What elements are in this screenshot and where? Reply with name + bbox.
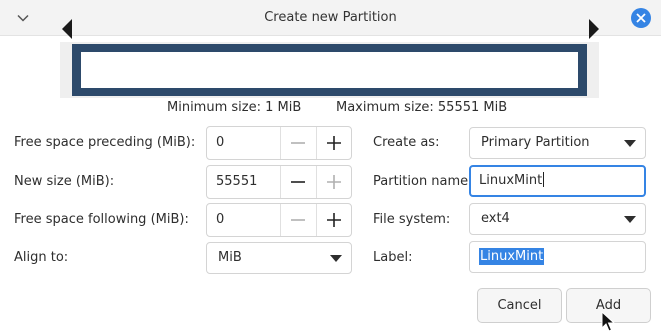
plus-icon[interactable] bbox=[317, 127, 351, 159]
partition-name-label: Partition name: bbox=[373, 174, 473, 189]
label-selected-text: LinuxMint bbox=[479, 248, 545, 265]
new-size-label: New size (MiB): bbox=[14, 174, 115, 189]
text-caret bbox=[543, 172, 545, 187]
free-space-following-spinner[interactable]: 0 bbox=[206, 203, 352, 237]
file-system-value: ext4 bbox=[481, 211, 510, 226]
dropdown-arrow-icon bbox=[624, 216, 636, 223]
minimum-size-label: Minimum size: 1 MiB bbox=[167, 100, 302, 115]
plus-icon[interactable] bbox=[317, 166, 351, 198]
maximum-size-label: Maximum size: 55551 MiB bbox=[336, 100, 508, 115]
new-size-spinner[interactable]: 55551 bbox=[206, 165, 352, 199]
minus-icon[interactable] bbox=[281, 166, 317, 198]
create-as-label: Create as: bbox=[373, 135, 440, 150]
align-to-value: MiB bbox=[218, 250, 242, 265]
align-to-label: Align to: bbox=[14, 250, 69, 265]
mouse-cursor-icon bbox=[601, 310, 617, 333]
create-as-value: Primary Partition bbox=[481, 135, 590, 150]
window-title: Create new Partition bbox=[264, 10, 397, 25]
dropdown-arrow-icon bbox=[624, 140, 636, 147]
label-label: Label: bbox=[373, 250, 413, 265]
file-system-dropdown[interactable]: ext4 bbox=[469, 203, 646, 235]
plus-icon[interactable] bbox=[317, 204, 351, 236]
free-space-following-label: Free space following (MiB): bbox=[14, 212, 189, 227]
label-field[interactable]: LinuxMint bbox=[469, 241, 646, 273]
partition-name-field[interactable]: LinuxMint bbox=[469, 165, 646, 197]
partition-bar[interactable] bbox=[72, 44, 587, 96]
minus-icon[interactable] bbox=[281, 204, 317, 236]
new-size-input[interactable]: 55551 bbox=[207, 166, 281, 198]
title-bar: Create new Partition bbox=[0, 0, 661, 36]
file-system-label: File system: bbox=[373, 212, 451, 227]
align-to-dropdown[interactable]: MiB bbox=[206, 242, 352, 274]
partition-resizer[interactable] bbox=[60, 42, 599, 98]
create-as-dropdown[interactable]: Primary Partition bbox=[469, 127, 646, 159]
right-resize-handle[interactable] bbox=[589, 19, 599, 39]
partition-name-text: LinuxMint bbox=[479, 173, 543, 188]
free-space-preceding-label: Free space preceding (MiB): bbox=[14, 135, 196, 150]
minus-icon[interactable] bbox=[281, 127, 317, 159]
left-resize-handle[interactable] bbox=[62, 19, 72, 39]
partition-bar-fill bbox=[81, 52, 578, 88]
close-icon[interactable] bbox=[631, 8, 651, 28]
free-space-preceding-spinner[interactable]: 0 bbox=[206, 126, 352, 160]
cancel-button[interactable]: Cancel bbox=[477, 288, 562, 323]
free-space-preceding-input[interactable]: 0 bbox=[207, 127, 281, 159]
dropdown-arrow-icon bbox=[330, 255, 342, 262]
free-space-following-input[interactable]: 0 bbox=[207, 204, 281, 236]
